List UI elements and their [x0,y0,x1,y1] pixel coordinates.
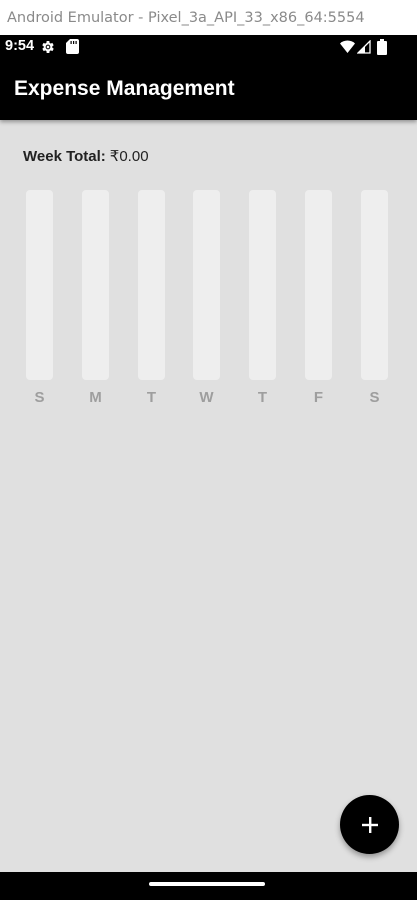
cell-signal-icon [357,40,371,54]
day-column: W [193,190,220,406]
bar-track [138,190,165,380]
day-column: F [305,190,332,406]
week-total-value: ₹0.00 [109,148,149,165]
day-label: S [34,389,45,406]
day-column: M [82,190,109,406]
day-column: S [361,190,388,406]
battery-icon [377,39,387,55]
weekly-bar-chart: S M T W T F S [0,190,417,410]
day-label: F [313,389,324,406]
app-title: Expense Management [14,77,235,100]
day-label: M [89,389,102,406]
plus-icon [361,816,378,833]
emulator-window: Android Emulator - Pixel_3a_API_33_x86_6… [0,0,417,900]
wifi-icon [340,40,355,53]
window-title-bar[interactable]: Android Emulator - Pixel_3a_API_33_x86_6… [0,0,417,35]
day-label: T [146,389,157,406]
day-label: T [257,389,268,406]
main-content: Week Total: ₹0.00 S M T W T F S [0,120,417,872]
day-label: W [199,389,214,406]
day-column: T [249,190,276,406]
day-column: S [26,190,53,406]
bar-track [26,190,53,380]
window-title: Android Emulator - Pixel_3a_API_33_x86_6… [7,9,365,26]
bar-track [361,190,388,380]
navigation-bar [0,872,417,900]
status-bar: 9:54 [0,35,417,59]
settings-gear-icon [42,41,54,53]
app-bar: Expense Management [0,59,417,120]
day-label: S [369,389,380,406]
bar-track [193,190,220,380]
bar-track [249,190,276,380]
week-total: Week Total: ₹0.00 [23,147,149,165]
sd-card-icon [66,39,79,54]
day-column: T [138,190,165,406]
status-time: 9:54 [5,38,35,54]
week-total-label: Week Total: [23,148,106,165]
bar-track [305,190,332,380]
add-expense-button[interactable] [340,795,399,854]
home-gesture-handle[interactable] [149,882,265,886]
bar-track [82,190,109,380]
